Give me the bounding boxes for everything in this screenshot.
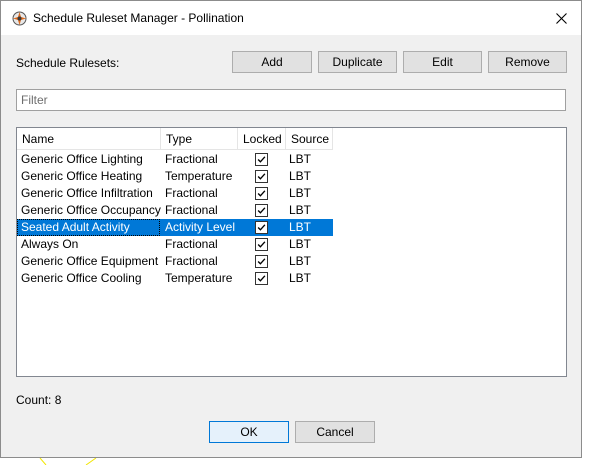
table-row[interactable]: Always On Fractional LBT — [17, 236, 333, 253]
cell-type: Fractional — [165, 203, 218, 217]
cell-type: Fractional — [165, 254, 218, 268]
cell-name: Generic Office Lighting — [21, 152, 143, 166]
table-row[interactable]: Generic Office Heating Temperature LBT — [17, 168, 333, 185]
app-logo-icon — [12, 11, 27, 26]
schedule-rulesets-label: Schedule Rulesets: — [16, 56, 120, 70]
count-label: Count: 8 — [16, 393, 62, 407]
cell-type: Activity Level — [165, 220, 236, 234]
cell-source: LBT — [289, 271, 312, 285]
locked-checkbox-icon[interactable] — [255, 170, 268, 183]
cell-type: Temperature — [165, 271, 233, 285]
ok-button[interactable]: OK — [209, 421, 289, 443]
locked-checkbox-icon[interactable] — [255, 187, 268, 200]
cell-name: Generic Office Cooling — [21, 271, 142, 285]
cell-source: LBT — [289, 203, 312, 217]
filter-input[interactable] — [16, 89, 566, 111]
locked-checkbox-icon[interactable] — [255, 272, 268, 285]
table-row[interactable]: Generic Office Lighting Fractional LBT — [17, 151, 333, 168]
table-row[interactable]: Seated Adult Activity Activity Level LBT — [17, 219, 333, 236]
schedule-ruleset-manager-window: Schedule Ruleset Manager - Pollination S… — [0, 0, 582, 458]
cell-type: Fractional — [165, 152, 218, 166]
close-button[interactable] — [541, 1, 581, 35]
cell-type: Temperature — [165, 169, 233, 183]
locked-checkbox-icon[interactable] — [255, 221, 268, 234]
close-icon — [555, 12, 567, 24]
cell-name: Seated Adult Activity — [17, 219, 160, 236]
edit-button[interactable]: Edit — [403, 51, 482, 73]
table-row[interactable]: Generic Office Equipment Fractional LBT — [17, 253, 333, 270]
cell-name: Generic Office Occupancy — [21, 203, 161, 217]
cell-source: LBT — [289, 152, 312, 166]
cancel-button[interactable]: Cancel — [295, 421, 375, 443]
locked-checkbox-icon[interactable] — [255, 255, 268, 268]
cell-source: LBT — [289, 186, 312, 200]
cell-name: Always On — [21, 237, 79, 251]
locked-checkbox-icon[interactable] — [255, 238, 268, 251]
cell-name: Generic Office Infiltration — [21, 186, 153, 200]
table-row[interactable]: Generic Office Infiltration Fractional LBT — [17, 185, 333, 202]
title-bar[interactable]: Schedule Ruleset Manager - Pollination — [1, 1, 581, 35]
column-header-locked[interactable]: Locked — [238, 128, 286, 150]
window-title: Schedule Ruleset Manager - Pollination — [33, 11, 244, 25]
cell-type: Fractional — [165, 237, 218, 251]
cell-name: Generic Office Equipment — [21, 254, 159, 268]
duplicate-button[interactable]: Duplicate — [318, 51, 397, 73]
column-header-name[interactable]: Name — [17, 128, 161, 150]
column-header-type[interactable]: Type — [161, 128, 238, 150]
remove-button[interactable]: Remove — [488, 51, 567, 73]
cell-source: LBT — [289, 220, 312, 234]
locked-checkbox-icon[interactable] — [255, 153, 268, 166]
column-header-source[interactable]: Source — [286, 128, 333, 150]
cell-name: Generic Office Heating — [21, 169, 143, 183]
table-row[interactable]: Generic Office Occupancy Fractional LBT — [17, 202, 333, 219]
background-decoration — [39, 458, 97, 465]
cell-source: LBT — [289, 237, 312, 251]
cell-source: LBT — [289, 254, 312, 268]
add-button[interactable]: Add — [232, 51, 312, 73]
cell-source: LBT — [289, 169, 312, 183]
locked-checkbox-icon[interactable] — [255, 204, 268, 217]
table-header: Name Type Locked Source — [17, 128, 566, 150]
ruleset-table[interactable]: Name Type Locked Source Generic Office L… — [16, 127, 567, 377]
cell-type: Fractional — [165, 186, 218, 200]
table-row[interactable]: Generic Office Cooling Temperature LBT — [17, 270, 333, 287]
